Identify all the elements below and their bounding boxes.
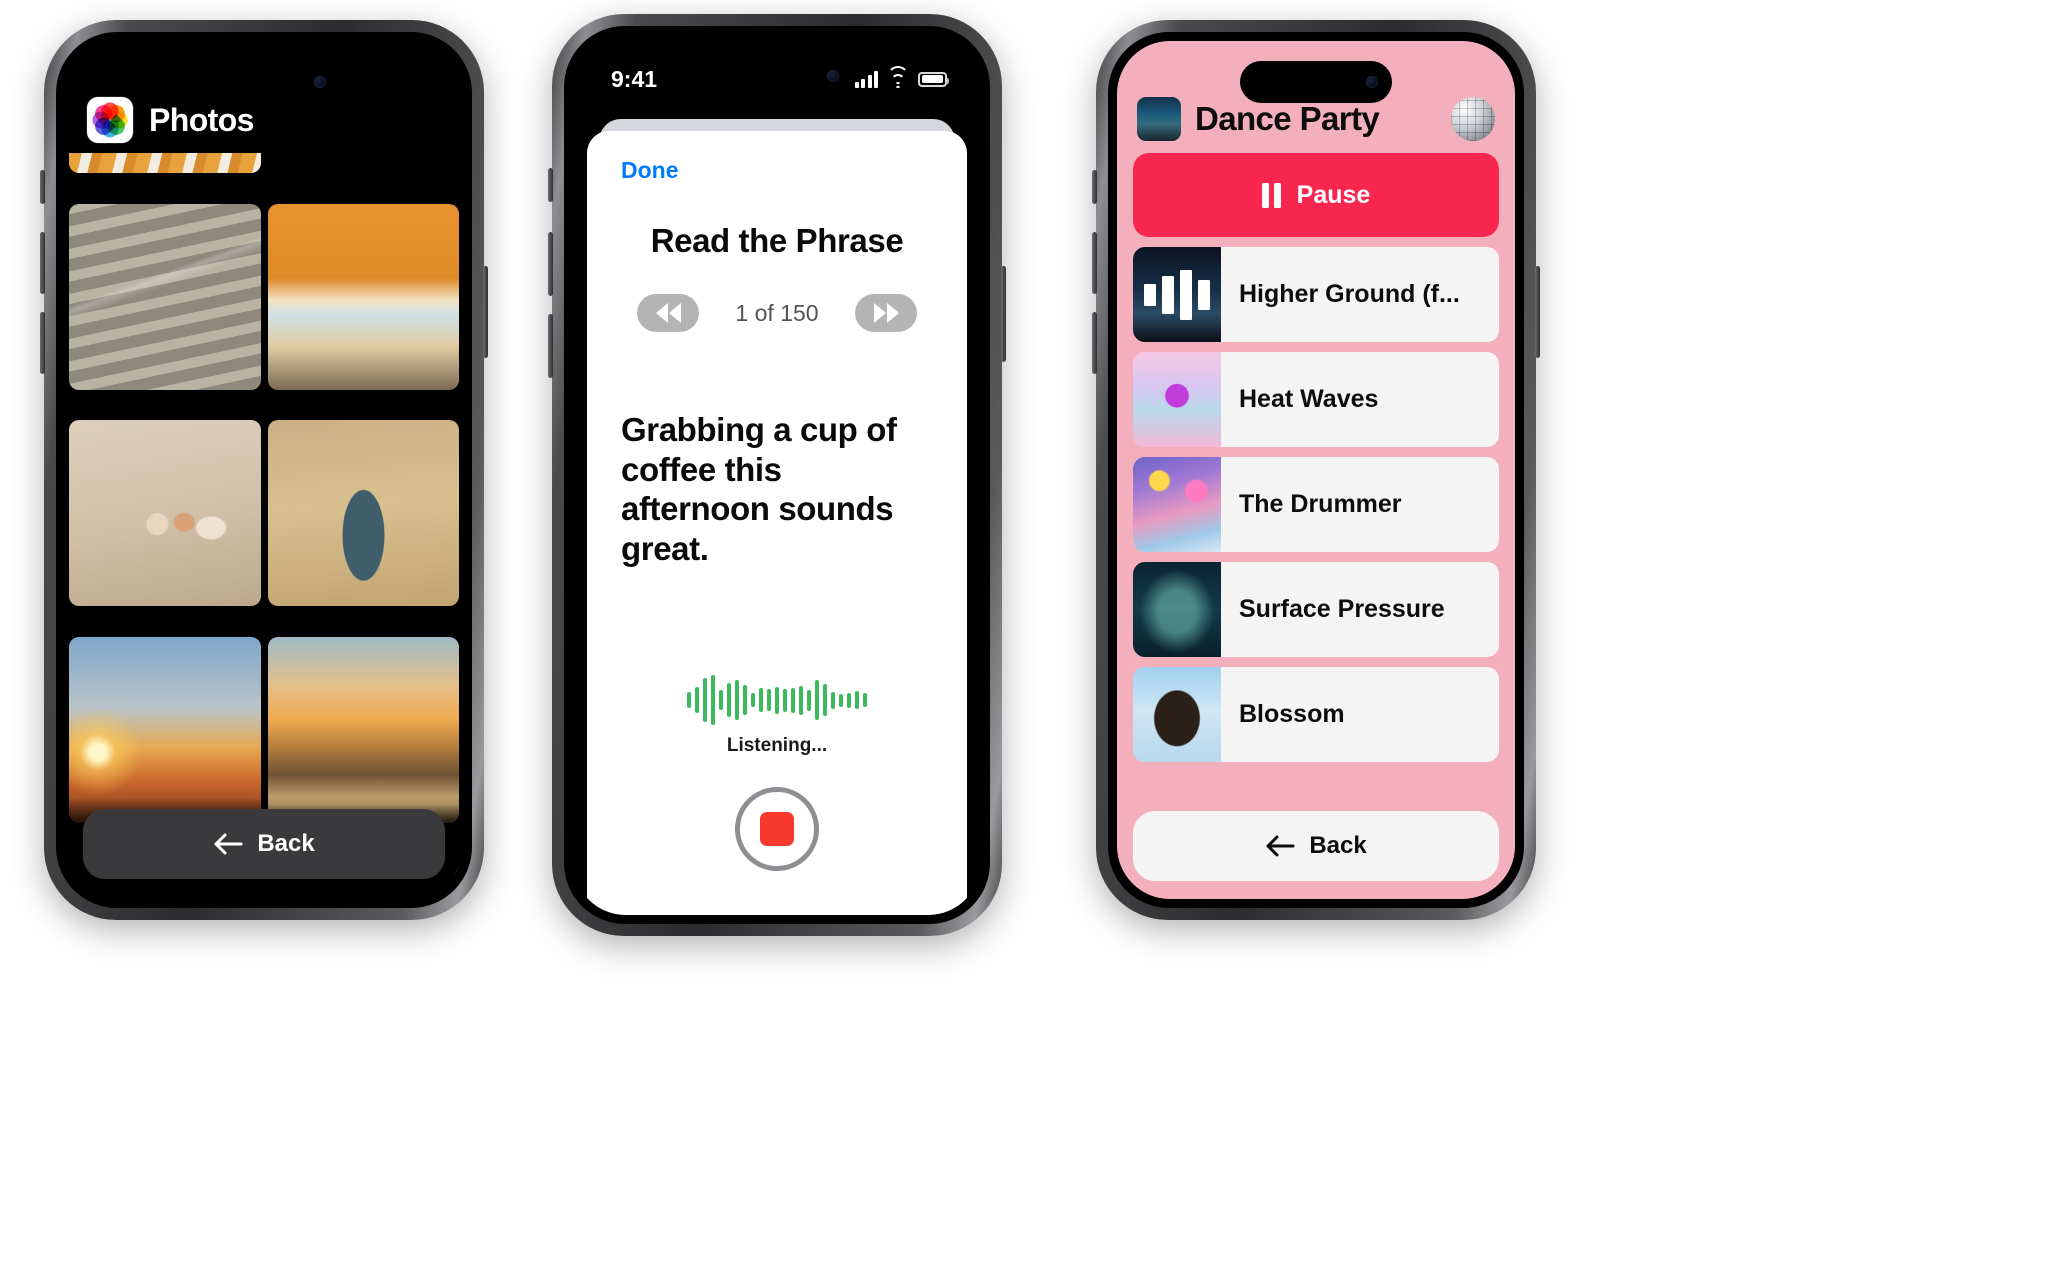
song-title: The Drummer — [1239, 490, 1402, 518]
photo-thumbnail[interactable] — [267, 420, 459, 607]
listening-indicator: Listening... — [621, 674, 933, 871]
photo-thumbnail[interactable] — [69, 636, 261, 823]
read-phrase-screen: 9:41 Done Read the Phrase 1 of 150 Grabb… — [573, 35, 981, 915]
battery-icon — [918, 71, 949, 87]
arrow-left-icon — [1266, 835, 1295, 857]
pause-button[interactable]: Pause — [1133, 153, 1499, 237]
status-time: 9:41 — [611, 65, 658, 92]
page-title: Photos — [149, 101, 254, 138]
power-button[interactable] — [1001, 266, 1006, 362]
album-art — [1133, 352, 1221, 447]
photo-thumbnail[interactable] — [267, 203, 459, 390]
status-bar: 9:41 — [573, 35, 981, 101]
song-title: Surface Pressure — [1239, 595, 1445, 623]
back-button-label: Back — [1309, 832, 1367, 859]
list-item[interactable]: Heat Waves — [1133, 352, 1499, 447]
power-button[interactable] — [1535, 266, 1540, 358]
playlist-artwork-icon — [1137, 97, 1181, 141]
phone-bezel: 9:41 Done Read the Phrase 1 of 150 Grabb… — [564, 26, 990, 924]
front-camera-icon — [314, 76, 326, 88]
photo-thumbnail[interactable] — [267, 636, 459, 823]
photos-footer: Back — [65, 797, 463, 899]
volume-up-button[interactable] — [1092, 232, 1097, 294]
album-art — [1133, 667, 1221, 762]
fast-forward-icon[interactable] — [855, 294, 917, 332]
pause-button-label: Pause — [1296, 180, 1371, 209]
power-button[interactable] — [483, 266, 488, 358]
song-title: Higher Ground (f... — [1239, 280, 1460, 308]
volume-up-button[interactable] — [548, 232, 553, 296]
disco-ball-icon — [1451, 97, 1495, 141]
stop-recording-icon[interactable] — [735, 787, 819, 871]
phone-photos: Photos Back — [40, 20, 488, 920]
phrase-sheet: Done Read the Phrase 1 of 150 Grabbing a… — [587, 131, 967, 915]
volume-down-button[interactable] — [548, 314, 553, 378]
back-button[interactable]: Back — [83, 809, 445, 879]
dynamic-island — [1240, 61, 1392, 103]
phrase-counter: 1 of 150 — [735, 299, 819, 326]
photo-thumbnail[interactable] — [69, 203, 261, 390]
back-button[interactable]: Back — [1133, 811, 1499, 881]
front-camera-icon — [1366, 76, 1378, 88]
mute-switch[interactable] — [548, 168, 553, 202]
song-title: Heat Waves — [1239, 385, 1379, 413]
dynamic-island — [188, 61, 340, 103]
done-button[interactable]: Done — [621, 157, 679, 184]
album-art — [1133, 457, 1221, 552]
list-item[interactable]: Blossom — [1133, 667, 1499, 762]
rewind-icon[interactable] — [637, 294, 699, 332]
page-heading: Read the Phrase — [650, 222, 904, 259]
dance-party-screen: Dance Party Pause Higher Ground (f... He… — [1117, 41, 1515, 899]
audio-waveform-icon — [686, 674, 868, 726]
phrase-navigation: 1 of 150 — [621, 294, 933, 332]
volume-down-button[interactable] — [40, 312, 45, 374]
phone-read-phrase: 9:41 Done Read the Phrase 1 of 150 Grabb… — [548, 14, 1006, 936]
list-item[interactable]: Surface Pressure — [1133, 562, 1499, 657]
wifi-icon — [887, 65, 909, 88]
phone-dance-party: Dance Party Pause Higher Ground (f... He… — [1092, 20, 1540, 920]
pause-icon — [1261, 182, 1281, 208]
mute-switch[interactable] — [1092, 170, 1097, 204]
list-item[interactable]: The Drummer — [1133, 457, 1499, 552]
volume-down-button[interactable] — [1092, 312, 1097, 374]
page-title: Dance Party — [1195, 100, 1380, 137]
cellular-signal-icon — [854, 70, 878, 88]
mute-switch[interactable] — [40, 170, 45, 204]
screenshot-stage: Photos Back 9:41 Done Read the Phrase 1 … — [0, 0, 2048, 1268]
phone-bezel: Dance Party Pause Higher Ground (f... He… — [1108, 32, 1524, 908]
album-art — [1133, 562, 1221, 657]
equalizer-icon — [1133, 247, 1221, 342]
album-art — [1133, 247, 1221, 342]
photos-screen: Photos Back — [65, 41, 463, 899]
dance-party-footer: Back — [1117, 801, 1515, 899]
photo-grid[interactable] — [65, 147, 463, 899]
back-button-label: Back — [257, 830, 315, 857]
photo-thumbnail[interactable] — [69, 420, 261, 607]
volume-up-button[interactable] — [40, 232, 45, 294]
phone-bezel: Photos Back — [56, 32, 472, 908]
song-title: Blossom — [1239, 700, 1345, 728]
arrow-left-icon — [214, 833, 243, 855]
listening-label: Listening... — [726, 735, 828, 756]
phrase-text: Grabbing a cup of coffee this afternoon … — [621, 411, 897, 567]
list-item[interactable]: Higher Ground (f... — [1133, 247, 1499, 342]
photos-app-icon — [87, 97, 133, 143]
